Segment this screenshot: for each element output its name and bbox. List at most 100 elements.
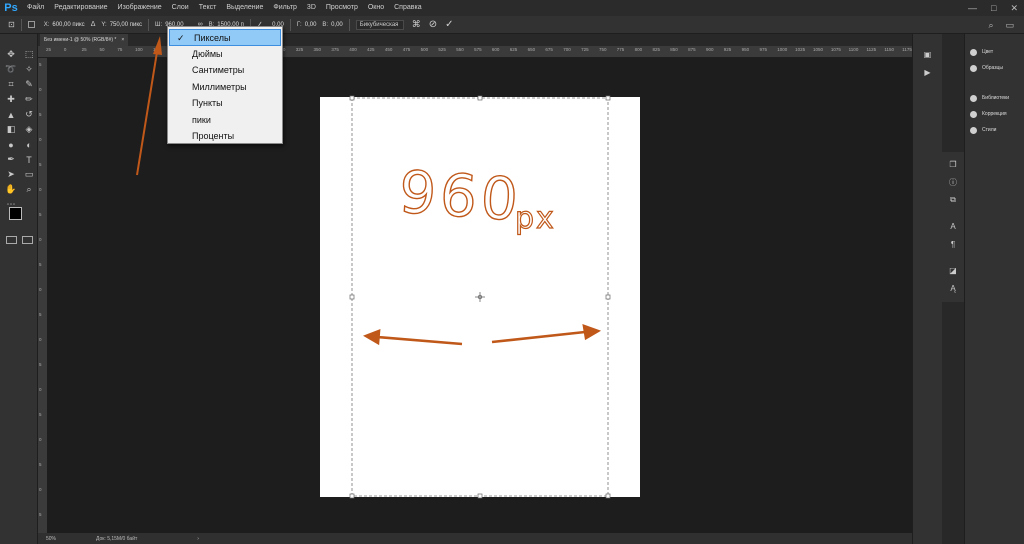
x-field[interactable]: 600,00 пикс [52,22,84,28]
eraser-tool-icon[interactable]: ◧ [3,123,19,136]
commit-transform-icon[interactable]: ✓ [445,19,453,30]
ruler-tick-label: 875 [688,47,696,52]
transform-handle-top-left[interactable] [349,95,355,101]
unit-option-points[interactable]: Пункты [168,95,282,112]
unit-option-picas[interactable]: пики [168,112,282,129]
ruler-tick-label: 0 [39,287,42,292]
transform-handle-right[interactable] [605,294,611,300]
pen-tool-icon[interactable]: ✒ [3,153,19,166]
eyedropper-tool-icon[interactable]: ✎ [21,78,37,91]
status-arrow-icon[interactable]: › [197,536,199,542]
transform-handle-left[interactable] [349,294,355,300]
quick-mask-icon[interactable] [6,236,17,244]
ruler-tick-label: 625 [509,47,518,52]
rectangle-tool-icon[interactable]: ▭ [21,168,37,181]
ruler-tick-label: 0 [39,87,42,92]
v-skew-field[interactable]: 0,00 [331,22,343,28]
menu-window[interactable]: Окно [363,0,389,16]
menu-3d[interactable]: 3D [302,0,321,16]
dodge-tool-icon[interactable]: ◐ [21,138,37,151]
tool-preset-icon[interactable]: ⊡ [8,20,15,29]
minimize-button[interactable]: — [968,3,977,13]
type-tool-icon[interactable]: T [21,153,37,166]
menu-edit[interactable]: Редактирование [49,0,112,16]
document-tab[interactable]: Без имени-1 @ 50% (RGB/8#) * × [40,34,129,46]
zoom-level[interactable]: 50% [46,536,56,542]
ruler-tick-label: 0 [63,47,67,52]
menu-layers[interactable]: Слои [167,0,194,16]
channels-icon[interactable]: ◪ [947,264,959,276]
transform-handle-bottom-right[interactable] [605,493,611,499]
move-tool-icon[interactable]: ✥ [3,48,19,61]
unit-option-millimeters[interactable]: Миллиметры [168,79,282,96]
hand-tool-icon[interactable]: ✋ [3,183,19,196]
warp-icon[interactable]: ⌘ [412,19,421,30]
screen-mode-icon[interactable] [22,236,33,244]
ruler-tick-label: 1100 [848,47,859,52]
brush-tool-icon[interactable]: ✏ [21,93,37,106]
menu-file[interactable]: Файл [22,0,49,16]
history-panel-icon[interactable]: ▣ [922,48,934,60]
unit-option-percent[interactable]: Проценты [168,128,282,145]
reference-point-icon[interactable] [27,21,38,28]
paragraph-icon[interactable]: ¶ [947,238,959,250]
vertical-ruler[interactable]: 5 0 5 0 5 0 5 0 5 0 5 0 5 0 5 0 5 0 5 [38,58,47,533]
panel-color[interactable]: Цвет [965,44,1024,60]
menu-help[interactable]: Справка [389,0,426,16]
menu-view[interactable]: Просмотр [321,0,363,16]
lasso-tool-icon[interactable]: ➰ [3,63,19,76]
transform-handle-bottom[interactable] [477,493,483,499]
panel-libraries[interactable]: Библиотеки [965,90,1024,106]
swatches-icon [970,64,977,72]
ruler-tick-label: 450 [384,47,393,52]
separator [348,18,350,31]
healing-brush-tool-icon[interactable]: ✚ [3,93,19,106]
menu-select[interactable]: Выделение [221,0,268,16]
search-icon[interactable]: ⌕ [988,20,993,31]
panel-adjustments[interactable]: Коррекция [965,106,1024,122]
clone-stamp-tool-icon[interactable]: ▲ [3,108,19,121]
delta-icon[interactable]: Δ [91,21,96,28]
document-info[interactable]: Док: 5,15М/0 байт [96,536,137,542]
ruler-tick-label: 50 [99,47,105,52]
unit-option-inches[interactable]: Дюймы [168,46,282,63]
ruler-tick-label: 1150 [884,47,894,52]
transform-handle-bottom-left[interactable] [349,493,355,499]
close-button[interactable]: ✕ [1010,3,1018,14]
maximize-button[interactable]: □ [991,3,996,13]
crop-tool-icon[interactable]: ⌗ [3,78,19,91]
marquee-tool-icon[interactable]: ⬚ [21,48,37,61]
transform-handle-top[interactable] [477,95,483,101]
unit-option-centimeters[interactable]: Сантиметры [168,62,282,79]
magic-wand-tool-icon[interactable]: ✧ [21,63,37,76]
glyphs-icon[interactable]: Ą [947,282,959,294]
h-skew-field[interactable]: 0,00 [305,22,317,28]
foreground-color-swatch[interactable] [9,207,22,220]
menu-filter[interactable]: Фильтр [268,0,302,16]
panel-styles[interactable]: Стили [965,122,1024,138]
path-selection-tool-icon[interactable]: ➤ [3,168,19,181]
ruler-tick-label: 1000 [777,47,788,52]
paint-bucket-tool-icon[interactable]: ◈ [21,123,37,136]
navigator-icon[interactable]: ⧉ [947,194,959,206]
menu-type[interactable]: Текст [194,0,222,16]
workspace-icon[interactable]: ▭ [1005,20,1014,31]
layers-comp-icon[interactable]: ❐ [947,158,959,170]
unit-option-pixels[interactable]: ✓ Пикселы [169,29,281,46]
ruler-tick-label: 5 [39,362,42,367]
cancel-transform-icon[interactable]: ⊘ [429,19,437,30]
ruler-tick-label: 850 [670,47,678,52]
character-icon[interactable]: A [947,220,959,232]
panel-swatches[interactable]: Образцы [965,60,1024,76]
info-icon[interactable]: ⓘ [947,176,959,188]
menu-image[interactable]: Изображение [113,0,167,16]
zoom-tool-icon[interactable]: ⌕ [21,183,37,196]
document-tab-close-icon[interactable]: × [121,34,124,46]
transform-handle-top-right[interactable] [605,95,611,101]
play-actions-icon[interactable]: ▶ [922,66,934,78]
ruler-tick-label: 750 [598,47,607,52]
history-brush-tool-icon[interactable]: ↺ [21,108,37,121]
y-field[interactable]: 750,00 пикс [110,22,142,28]
interpolation-select[interactable]: Бикубическая [355,19,404,30]
blur-tool-icon[interactable]: ● [3,138,19,151]
